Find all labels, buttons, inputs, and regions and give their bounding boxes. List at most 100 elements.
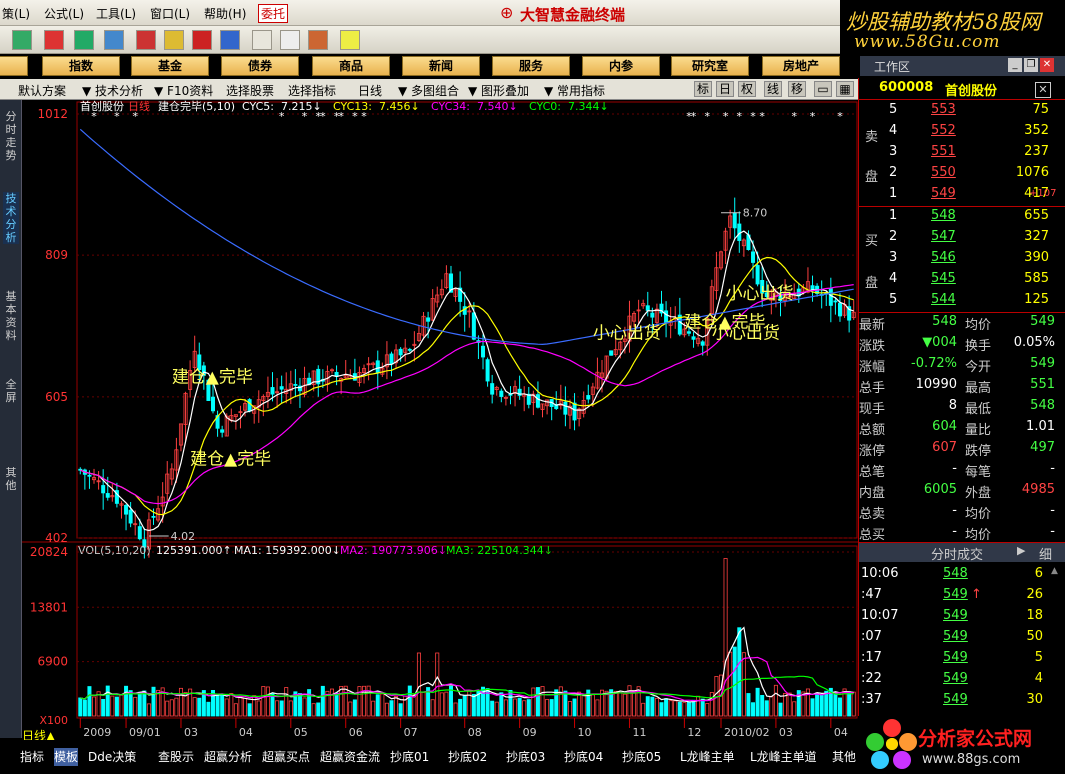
menu-bar: 策(L) 公式(L) 工具(L) 窗口(L) 帮助(H) 委托 ⊕ 大智慧金融终… [0,0,840,26]
window-icon[interactable] [280,30,300,50]
signal-star: * [737,110,743,123]
bottom-tab-6[interactable]: 超赢资金流 [320,748,380,766]
bottom-tab-2[interactable]: Dde决策 [88,748,136,766]
nav-news[interactable]: 新闻 [402,56,480,76]
volume-bar [329,688,334,717]
bottom-tab-3[interactable]: 查股示 [158,748,194,766]
f10-button[interactable]: ▼ F10资料 [154,82,213,99]
sell-level: 3 [889,144,898,159]
mode-move-button[interactable]: 移 [788,81,806,97]
volume-bar [124,685,129,717]
nav-internal[interactable]: 内参 [582,56,660,76]
minimize-icon[interactable]: _ [1008,58,1022,72]
sell-price: 551 [931,144,956,159]
multi-chart-button[interactable]: ▼ 多图组合 [398,82,459,99]
nav-fund[interactable]: 基金 [131,56,209,76]
help-arrow-icon[interactable] [340,30,360,50]
bottom-tab-1[interactable]: 模板 [54,748,79,766]
stat-value: - [1050,461,1055,476]
bottom-tab-4[interactable]: 超赢分析 [204,748,252,766]
stat-value: - [1050,503,1055,518]
mode-line-button[interactable]: 线 [764,81,782,97]
volume-bar [174,697,179,717]
volume-bar [421,691,426,717]
volume-bar [265,686,270,717]
mode-rights-button[interactable]: 权 [738,81,756,97]
tab-fundamentals[interactable]: 基本资料 [3,290,19,342]
nav-service[interactable]: 服务 [492,56,570,76]
kline-chart[interactable]: 10128096054028.704.02* * * * * * * * * * * * * * * * * * *… [22,100,858,740]
tech-analysis-button[interactable]: ▼ 技术分析 [82,82,143,99]
x-axis-label: 05 [294,726,308,739]
x-axis-label: 07 [404,726,418,739]
bottom-tab-9[interactable]: 抄底03 [506,748,545,766]
menu-item-strategy[interactable]: 策(L) [2,5,30,22]
period-daily-button[interactable]: 日线 [358,82,382,99]
quote-panel: 600008 首创股份 ✕ 卖盘 5 553 75 4 552 352 3 551 237 2 550 107… [858,78,1065,740]
nav-research[interactable]: 研究室 [671,56,749,76]
globe-icon[interactable] [220,30,240,50]
volume-bar [769,695,774,717]
multi-chart-label: 多图组合 [411,84,460,98]
bottom-tab-14[interactable]: 其他 [832,748,856,766]
nav-realestate[interactable]: 房地产 [762,56,840,76]
watermark-top: 炒股辅助教材58股网 www.58Gu.com [840,0,1065,56]
tab-fullscreen[interactable]: 全屏 [3,378,19,404]
diamond-icon[interactable] [164,30,184,50]
close-icon[interactable]: ✕ [1040,58,1054,72]
scheme-default[interactable]: 默认方案 [18,82,66,99]
overlay-button[interactable]: ▼ 图形叠加 [468,82,529,99]
volume-bar [114,696,119,717]
stat-value: 551 [1030,377,1055,392]
flag-icon[interactable] [12,30,32,50]
bottom-tab-7[interactable]: 抄底01 [390,748,429,766]
select-stock-button[interactable]: 选择股票 [226,82,274,99]
nav-bond[interactable]: 债券 [221,56,299,76]
tools-icon[interactable] [104,30,124,50]
bottom-tab-5[interactable]: 超赢买点 [262,748,310,766]
menu-item-formula[interactable]: 公式(L) [44,5,84,22]
candle-body [499,390,504,397]
tab-tech-analysis[interactable]: 技术分析 [3,192,19,244]
print-icon[interactable] [252,30,272,50]
menu-item-tools[interactable]: 工具(L) [96,5,136,22]
bottom-tab-10[interactable]: 抄底04 [564,748,603,766]
stat-label: 外盘 [965,486,992,501]
volume-bar [746,693,751,717]
bottom-tab-13[interactable]: L龙峰主单道 [750,748,817,766]
sell-volume: 75 [1032,102,1049,117]
volume-bar [664,698,669,717]
nav-item-0[interactable] [0,56,28,76]
bottom-tab-0[interactable]: 指标 [20,748,44,766]
bean-icon[interactable] [192,30,212,50]
nav-index[interactable]: 指数 [42,56,120,76]
app-logo-icon: ⊕ [500,3,514,22]
candle-body [293,384,298,386]
restore-icon[interactable]: ❐ [1024,58,1038,72]
legend-label: CYC13: [333,100,372,113]
tab-other[interactable]: 其他 [3,466,19,492]
menu-item-trade[interactable]: 委托 [258,4,289,23]
workspace-bar: 工作区 _ ❐ ✕ [860,56,1065,76]
tab-intraday[interactable]: 分时走势 [3,110,19,162]
menu-item-help[interactable]: 帮助(H) [204,5,246,22]
menu-item-window[interactable]: 窗口(L) [150,5,190,22]
bottom-tab-11[interactable]: 抄底05 [622,748,661,766]
stat-label: 最新 [859,318,886,333]
price-tick-label: 402 [45,531,68,545]
mode-mark-button[interactable]: 标 [694,81,712,97]
bottom-tab-12[interactable]: L龙峰主单 [680,748,735,766]
candle-body [645,305,650,311]
candle-body [755,265,760,285]
select-indicator-button[interactable]: 选择指标 [288,82,336,99]
chart-icon[interactable] [44,30,64,50]
grid-icon[interactable]: ▦ [836,81,854,97]
common-indicator-button[interactable]: ▼ 常用指标 [544,82,605,99]
help-book-icon[interactable] [136,30,156,50]
binoculars-icon[interactable] [74,30,94,50]
books-icon[interactable] [308,30,328,50]
mode-day-button[interactable]: 日 [716,81,734,97]
bottom-tab-8[interactable]: 抄底02 [448,748,487,766]
panel-icon[interactable]: ▭ [814,81,832,97]
nav-commodity[interactable]: 商品 [312,56,390,76]
